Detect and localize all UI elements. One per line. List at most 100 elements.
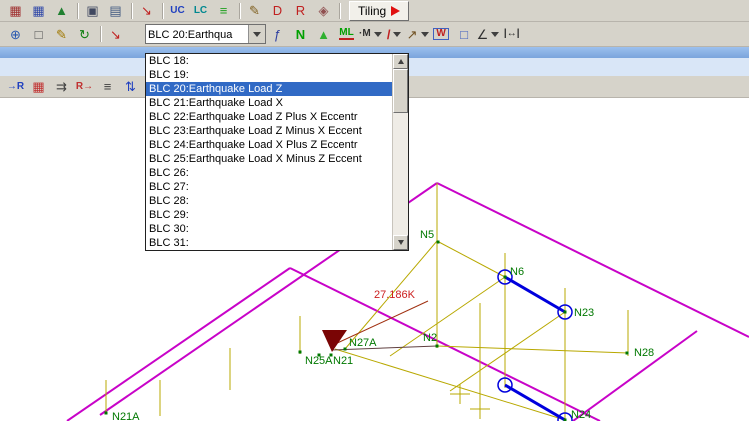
- node-label-N28: N28: [634, 347, 654, 359]
- toolbar-separator: [235, 2, 243, 20]
- assign-load-icon[interactable]: ↘: [104, 24, 127, 44]
- zoom-in-icon[interactable]: ⊕: [4, 24, 27, 44]
- generate-loads-icon[interactable]: ƒ: [266, 24, 289, 44]
- load-case-dropdown-list: BLC 18: BLC 19: BLC 20:Earthquake Load Z BL…: [145, 53, 409, 251]
- node-label-N21A: N21A: [112, 411, 140, 421]
- dimension-icon[interactable]: ∠: [476, 24, 501, 44]
- member-load-icon[interactable]: ML: [335, 24, 358, 44]
- sort-icon[interactable]: ⇅: [119, 77, 142, 97]
- render-view-icon[interactable]: ▲: [50, 1, 73, 21]
- toolbar-separator: [158, 2, 166, 20]
- results-icon[interactable]: R: [289, 1, 312, 21]
- support-icon[interactable]: ▲: [312, 24, 335, 44]
- list-icon[interactable]: ≡: [96, 77, 119, 97]
- dropdown-item[interactable]: BLC 22:Earthquake Load Z Plus X Eccentr: [146, 110, 392, 124]
- toolbar-separator: [335, 2, 343, 20]
- tables-icon[interactable]: ▤: [104, 1, 127, 21]
- toolbar-separator: [73, 2, 81, 20]
- edit-input-icon[interactable]: ✎: [243, 1, 266, 21]
- edit-mode-icon[interactable]: ✎: [50, 24, 73, 44]
- node-label-N6: N6: [510, 266, 524, 278]
- to-results-icon[interactable]: →R: [4, 77, 27, 97]
- dropdown-item[interactable]: BLC 26:: [146, 166, 392, 180]
- dropdown-item[interactable]: BLC 27:: [146, 180, 392, 194]
- zoom-window-icon[interactable]: □: [27, 24, 50, 44]
- scroll-down-button[interactable]: [393, 235, 408, 250]
- node-label-N27A: N27A: [349, 337, 377, 349]
- dropdown-caret-icon: [491, 31, 500, 37]
- toolbar-separator: [96, 25, 104, 43]
- selected-member-line[interactable]: [504, 275, 566, 314]
- wind-load-icon[interactable]: W: [430, 24, 453, 44]
- dropdown-caret-icon: [373, 31, 382, 37]
- node-label-N2: N2: [423, 332, 437, 344]
- load-case-combo-input[interactable]: [146, 25, 248, 43]
- new-window-icon[interactable]: ▣: [81, 1, 104, 21]
- chevron-down-icon: [253, 31, 261, 37]
- dropdown-items: BLC 18: BLC 19: BLC 20:Earthquake Load Z BL…: [146, 54, 392, 250]
- load-case-combo[interactable]: [145, 24, 266, 44]
- tiling-label: Tiling: [358, 3, 387, 18]
- dropdown-item[interactable]: BLC 23:Earthquake Load Z Minus X Eccent: [146, 124, 392, 138]
- grid-settings-icon[interactable]: ▦: [27, 1, 50, 21]
- dropdown-item[interactable]: BLC 29:: [146, 208, 392, 222]
- main-toolbar-icons: ▦ ▦ ▲ ▣ ▤ ↘ UC LC ≡ ✎ D R ◈: [4, 0, 343, 21]
- dropdown-item[interactable]: BLC 19:: [146, 68, 392, 82]
- node-sequence-icon[interactable]: ⇉: [50, 77, 73, 97]
- loads-toolbar-left-icons: ⊕ □ ✎ ↻ ↘: [4, 22, 145, 46]
- selected-member-line[interactable]: [504, 383, 566, 421]
- node-label-N5: N5: [420, 229, 434, 241]
- arrow-down-icon: [397, 240, 404, 245]
- scrollbar-track[interactable]: [393, 69, 408, 235]
- node-label-N21: N21: [333, 355, 353, 367]
- dropdown-caret-icon: [420, 31, 429, 37]
- dropdown-scrollbar[interactable]: [392, 54, 408, 250]
- nodal-load-icon[interactable]: N: [289, 24, 312, 44]
- combo-dropdown-button[interactable]: [248, 25, 265, 43]
- application-window: ▦▦▲▣▤↘UCLC≡✎DR◈ Tiling ⊕□✎↻↘ ƒN▲ML·M/↗W□…: [0, 0, 749, 421]
- dropdown-item[interactable]: BLC 31:: [146, 236, 392, 250]
- node-dot[interactable]: [298, 350, 302, 354]
- node-dot-N28[interactable]: [625, 351, 629, 355]
- node-dot-N6[interactable]: [503, 275, 507, 279]
- node-dot-N2[interactable]: [435, 344, 439, 348]
- node-dot-N23[interactable]: [563, 310, 567, 314]
- dropdown-item[interactable]: BLC 20:Earthquake Load Z: [146, 82, 392, 96]
- node-dot-N21A[interactable]: [104, 411, 108, 415]
- tiling-button[interactable]: Tiling: [349, 0, 410, 21]
- dropdown-item[interactable]: BLC 24:Earthquake Load X Plus Z Eccentr: [146, 138, 392, 152]
- dropdown-item[interactable]: BLC 28:: [146, 194, 392, 208]
- moment-load-icon[interactable]: ·M: [358, 24, 383, 44]
- node-dot-N5[interactable]: [436, 240, 440, 244]
- uc-icon[interactable]: UC: [166, 1, 189, 21]
- selected-members[interactable]: [497, 269, 573, 421]
- regenerate-icon[interactable]: ↻: [73, 24, 96, 44]
- node-label-N25A: N25A: [305, 355, 333, 367]
- input-table-icon[interactable]: ▦: [4, 1, 27, 21]
- node-dot-N27A[interactable]: [343, 347, 347, 351]
- node-layer: N5 N6 N23 N2 N28 N27A N25A N21 N24 N21A: [104, 229, 654, 421]
- line-load-icon[interactable]: /: [383, 24, 406, 44]
- renumber-icon[interactable]: R→: [73, 77, 96, 97]
- scroll-up-button[interactable]: [393, 54, 408, 69]
- dropdown-caret-icon: [393, 31, 402, 37]
- scrollbar-thumb[interactable]: [393, 69, 408, 113]
- dropdown-item[interactable]: BLC 30:: [146, 222, 392, 236]
- dropdown-item[interactable]: BLC 18:: [146, 54, 392, 68]
- dropdown-item[interactable]: BLC 25:Earthquake Load X Minus Z Eccent: [146, 152, 392, 166]
- dropdown-item[interactable]: BLC 21:Earthquake Load X: [146, 96, 392, 110]
- assign-icon[interactable]: ↘: [135, 1, 158, 21]
- area-load-icon[interactable]: □: [453, 24, 476, 44]
- free-load-icon[interactable]: ↗: [406, 24, 430, 44]
- lc-icon[interactable]: LC: [189, 1, 212, 21]
- tiling-arrow-icon: [391, 5, 401, 16]
- equal-icon[interactable]: ≡: [212, 1, 235, 21]
- design-icon[interactable]: D: [266, 1, 289, 21]
- loads-toolbar: ⊕□✎↻↘ ƒN▲ML·M/↗W□∠|↔|: [0, 22, 749, 47]
- delete-results-icon[interactable]: ◈: [312, 1, 335, 21]
- main-toolbar: ▦ ▦ ▲ ▣ ▤ ↘ UC LC ≡ ✎ D R ◈ Tiling: [0, 0, 749, 22]
- span-measure-icon[interactable]: |↔|: [500, 24, 523, 44]
- load-arrow-triangle: [322, 330, 347, 352]
- arrow-up-icon: [397, 59, 404, 64]
- load-table-icon[interactable]: ▦: [27, 77, 50, 97]
